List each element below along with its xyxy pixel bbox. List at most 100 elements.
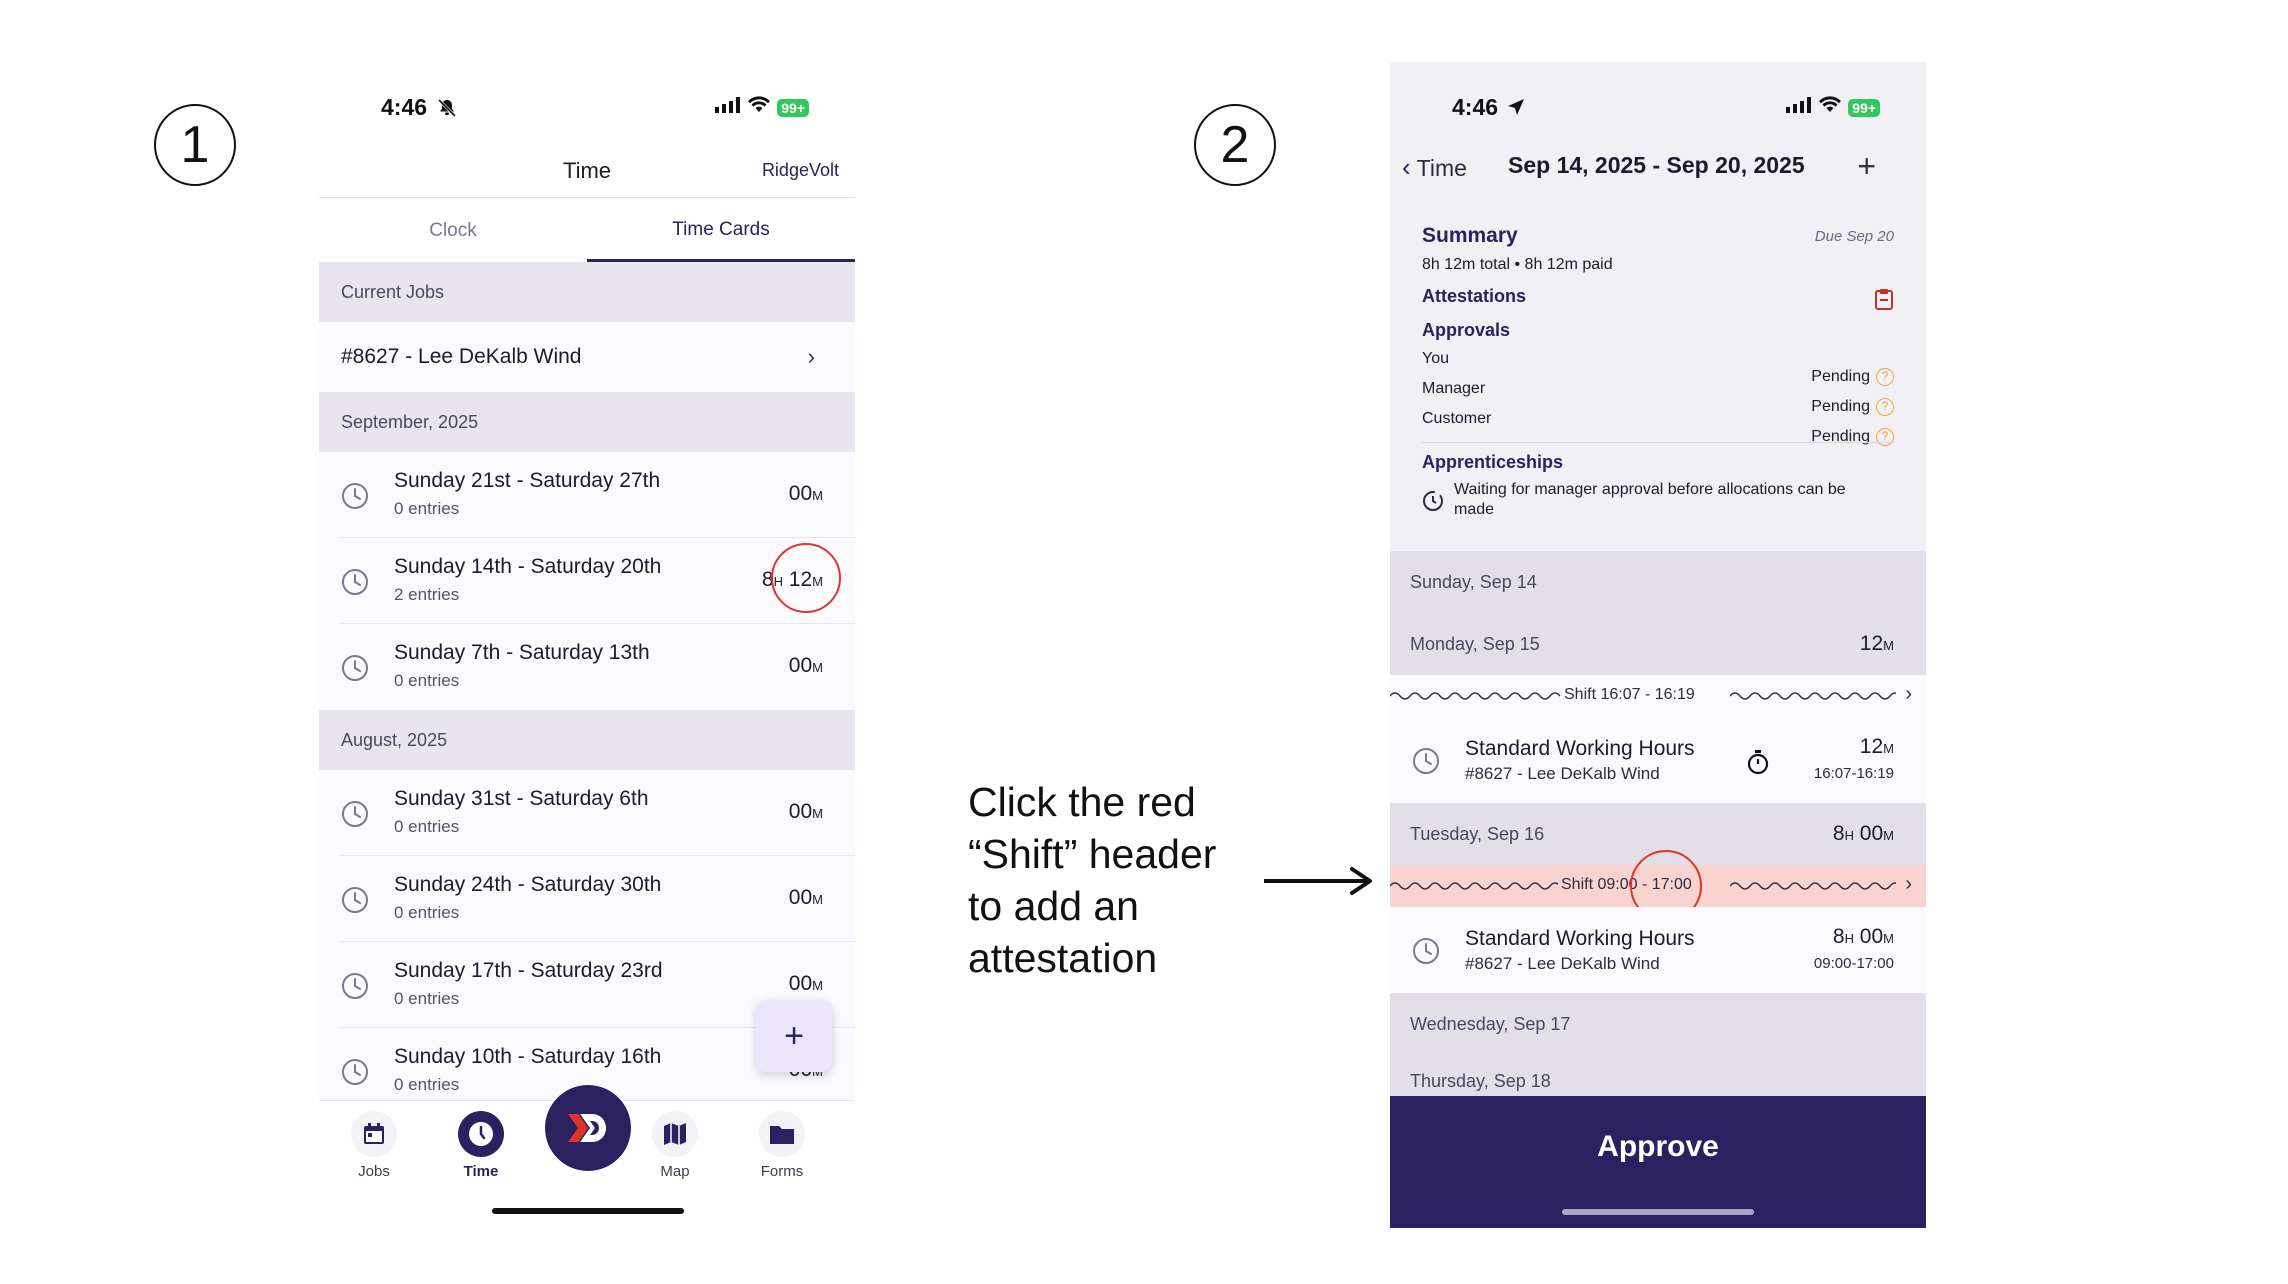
stopwatch-icon	[1746, 749, 1770, 780]
apprenticeship-message: Waiting for manager approval before allo…	[1454, 481, 1846, 518]
section-month: September, 2025	[319, 392, 855, 452]
tab-bar-top: Clock Time Cards	[319, 200, 855, 262]
nav-bar: ‹ Time Sep 14, 2025 - Sep 20, 2025 +	[1390, 148, 1926, 194]
week-entries: 0 entries	[394, 671, 460, 690]
signal-icon	[1786, 97, 1812, 118]
week-row[interactable]: Sunday 21st - Saturday 27th 0 entries 00…	[319, 452, 855, 538]
clock-icon	[1413, 938, 1439, 964]
approval-row: Customer Pending?	[1422, 410, 1894, 446]
section-month: August, 2025	[319, 710, 855, 770]
chevron-left-icon: ‹	[1402, 152, 1411, 182]
tab-time[interactable]: Time	[441, 1111, 521, 1180]
status-time: 4:46	[1452, 94, 1499, 120]
week-row[interactable]: Sunday 7th - Saturday 13th 0 entries 00M	[319, 624, 855, 710]
apprenticeships-label: Apprenticeships	[1422, 452, 1564, 472]
clock-icon	[342, 973, 368, 999]
clock-icon	[342, 1059, 368, 1085]
week-range: Sunday 17th - Saturday 23rd	[394, 959, 663, 982]
battery-indicator: 99+	[777, 98, 809, 117]
week-entries: 0 entries	[394, 1075, 460, 1094]
week-range-title: Sep 14, 2025 - Sep 20, 2025	[1508, 152, 1805, 178]
entry-duration: 12M	[1859, 735, 1894, 758]
entry-time-range: 16:07-16:19	[1813, 765, 1894, 782]
week-range: Sunday 24th - Saturday 30th	[394, 873, 662, 896]
week-entries: 0 entries	[394, 989, 460, 1008]
approval-row: You Pending?	[1422, 350, 1894, 386]
battery-indicator: 99+	[1848, 98, 1880, 117]
org-switcher[interactable]: RidgeVolt	[762, 160, 839, 181]
clock-icon	[1413, 748, 1439, 774]
week-row[interactable]: Sunday 31st - Saturday 6th 0 entries 00M	[319, 770, 855, 856]
approvals-label: Approvals	[1422, 320, 1511, 340]
bottom-tab-bar: Jobs Time Map Forms	[319, 1085, 855, 1200]
day-header: Wednesday, Sep 17	[1390, 993, 1926, 1055]
add-entry-button[interactable]: +	[1857, 148, 1876, 185]
tab-jobs[interactable]: Jobs	[334, 1111, 414, 1180]
week-range: Sunday 10th - Saturday 16th	[394, 1045, 662, 1068]
map-icon	[652, 1111, 698, 1157]
wifi-icon	[747, 96, 771, 119]
current-job-row[interactable]: #8627 - Lee DeKalb Wind ›	[319, 322, 855, 392]
day-header: Sunday, Sep 14	[1390, 551, 1926, 613]
home-indicator	[1562, 1209, 1754, 1215]
wifi-icon	[1818, 96, 1842, 119]
tab-clock[interactable]: Clock	[319, 200, 587, 262]
back-button[interactable]: ‹ Time	[1402, 152, 1467, 183]
time-entry-row[interactable]: Standard Working Hours #8627 - Lee DeKal…	[1390, 907, 1926, 993]
week-entries: 0 entries	[394, 903, 460, 922]
entry-title: Standard Working Hours	[1465, 737, 1695, 760]
chevron-right-icon: ›	[807, 344, 815, 369]
wave-decoration	[1730, 692, 1896, 700]
phone-screen-timecards: 4:46 99+ Time RidgeVolt Clock Time Cards…	[319, 70, 855, 1220]
attestations-label: Attestations	[1422, 286, 1527, 306]
day-header: Thursday, Sep 18	[1390, 1055, 1926, 1096]
step-2-marker: 2	[1194, 104, 1276, 186]
tab-time-cards[interactable]: Time Cards	[587, 200, 855, 262]
clipboard-icon[interactable]	[1874, 288, 1894, 315]
folder-icon	[759, 1111, 805, 1157]
week-row[interactable]: Sunday 24th - Saturday 30th 0 entries 00…	[319, 856, 855, 942]
week-duration: 00M	[788, 886, 823, 909]
approve-label: Approve	[1597, 1130, 1719, 1163]
entry-job: #8627 - Lee DeKalb Wind	[1465, 954, 1660, 973]
status-bar: 4:46 99+	[319, 94, 855, 124]
clock-icon	[342, 887, 368, 913]
tab-forms[interactable]: Forms	[742, 1111, 822, 1180]
week-range: Sunday 7th - Saturday 13th	[394, 641, 650, 664]
week-range: Sunday 14th - Saturday 20th	[394, 555, 662, 578]
summary-total: 8h 12m total • 8h 12m paid	[1422, 256, 1613, 273]
shift-header[interactable]: Shift 16:07 - 16:19 ›	[1390, 675, 1926, 717]
add-time-card-button[interactable]: +	[756, 1000, 832, 1072]
summary-title: Summary	[1422, 224, 1518, 247]
phone-screen-week-detail: 4:46 99+ ‹ Time Sep 14, 2025 - Sep 20, 2…	[1390, 62, 1926, 1228]
week-range: Sunday 31st - Saturday 6th	[394, 787, 649, 810]
entry-time-range: 09:00-17:00	[1813, 955, 1894, 972]
week-entries: 0 entries	[394, 499, 460, 518]
app-header: Time RidgeVolt	[319, 152, 855, 198]
current-job-label: #8627 - Lee DeKalb Wind	[341, 345, 582, 368]
wave-decoration	[1390, 692, 1561, 700]
bell-muted-icon	[437, 98, 457, 123]
instruction-text: Click the red “Shift” header to add an a…	[968, 779, 1217, 981]
brand-logo-button[interactable]	[545, 1085, 631, 1171]
step-1-marker: 1	[154, 104, 236, 186]
wave-decoration	[1390, 882, 1558, 890]
status-bar: 4:46 99+	[1390, 94, 1926, 124]
chevron-right-icon: ›	[1905, 683, 1912, 705]
day-header: Monday, Sep 15 12M	[1390, 613, 1926, 675]
clock-icon	[342, 655, 368, 681]
time-entry-row[interactable]: Standard Working Hours #8627 - Lee DeKal…	[1390, 717, 1926, 803]
week-duration: 00M	[788, 972, 823, 995]
signal-icon	[715, 97, 741, 118]
clock-waiting-icon	[1422, 490, 1444, 517]
clock-icon	[342, 569, 368, 595]
clock-icon	[342, 483, 368, 509]
week-duration: 00M	[788, 800, 823, 823]
entry-job: #8627 - Lee DeKalb Wind	[1465, 764, 1660, 783]
week-range: Sunday 21st - Saturday 27th	[394, 469, 661, 492]
tab-map[interactable]: Map	[635, 1111, 715, 1180]
approval-row: Manager Pending?	[1422, 380, 1894, 416]
entry-title: Standard Working Hours	[1465, 927, 1695, 950]
week-duration: 00M	[788, 482, 823, 505]
brand-logo-icon	[568, 1114, 606, 1142]
